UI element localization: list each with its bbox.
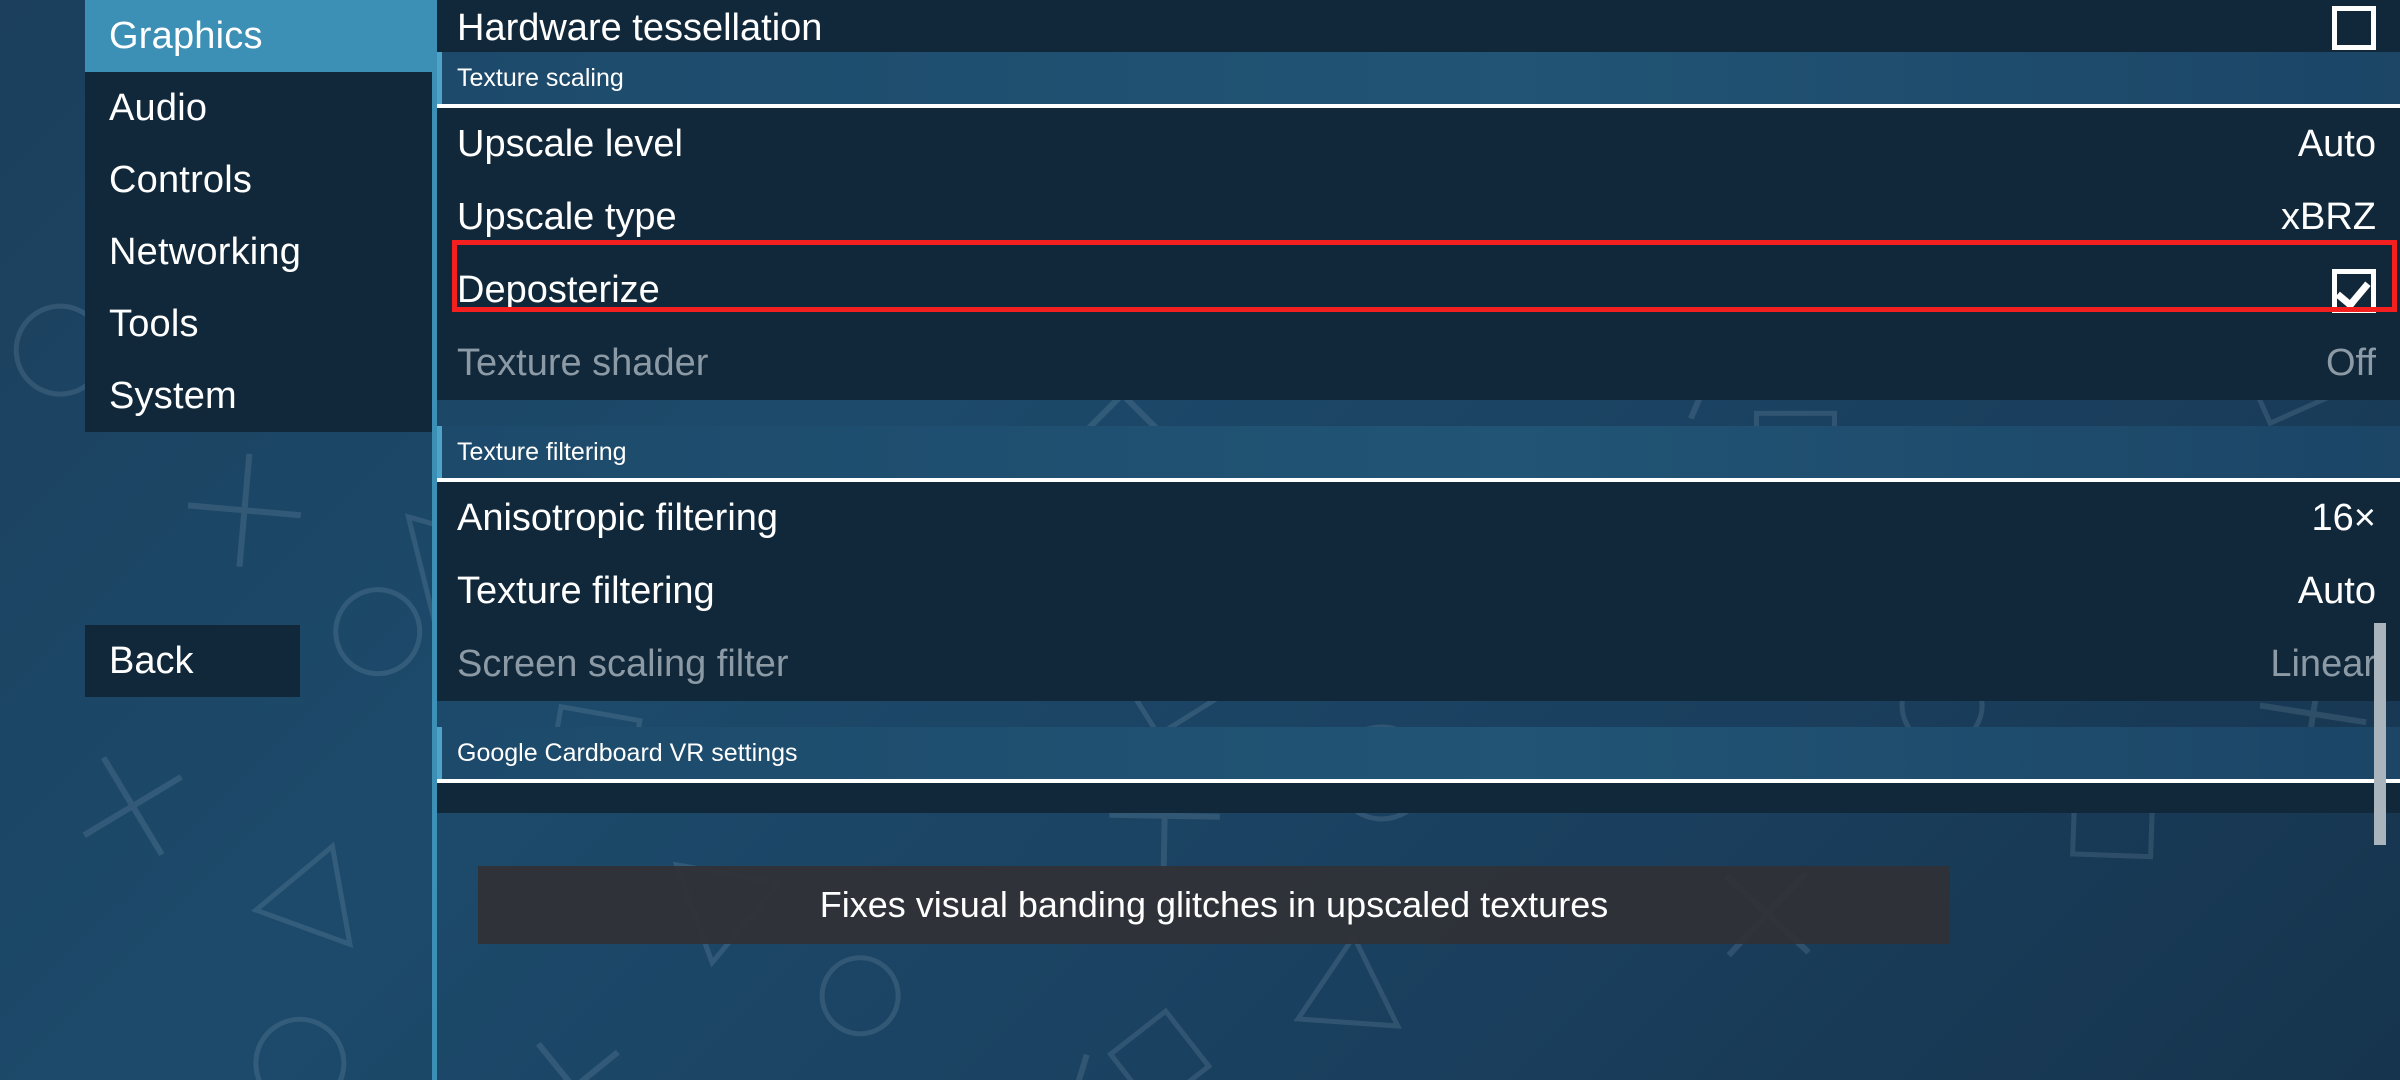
setting-label: Anisotropic filtering [457,497,779,539]
scrollbar-thumb[interactable] [2374,623,2386,845]
sidebar-nav-panel: Graphics Audio Controls Networking Tools… [85,0,433,432]
sidebar-item-tools[interactable]: Tools [85,288,433,360]
setting-row-hardware-tessellation[interactable]: Hardware tessellation [437,0,2400,52]
setting-value: Linear [2270,643,2376,685]
ppsspp-settings-screen: Graphics Audio Controls Networking Tools… [0,0,2400,1080]
setting-value: 16× [2311,497,2376,539]
setting-value: Auto [2297,570,2376,612]
setting-row-anisotropic-filtering[interactable]: Anisotropic filtering 16× [437,482,2400,555]
sidebar-item-label: Networking [109,230,302,273]
section-label: Texture scaling [457,63,624,92]
tooltip-text: Fixes visual banding glitches in upscale… [819,884,1609,925]
sidebar-item-graphics[interactable]: Graphics [85,0,433,72]
section-accent-bar [437,52,442,104]
back-button-label: Back [109,639,194,682]
panel-accent-bar [432,0,437,1080]
setting-label: Upscale type [457,196,677,238]
section-accent-bar [437,727,442,779]
section-label: Texture filtering [457,437,627,466]
setting-row-upscale-type[interactable]: Upscale type xBRZ [437,181,2400,254]
section-accent-bar [437,426,442,478]
section-header-texture-filtering: Texture filtering [437,426,2400,482]
setting-row-deposterize[interactable]: Deposterize [437,254,2400,327]
settings-category-sidebar: Graphics Audio Controls Networking Tools… [85,0,433,1080]
setting-label: Upscale level [457,123,683,165]
setting-row-upscale-level[interactable]: Upscale level Auto [437,108,2400,181]
scrollbar-track[interactable] [2374,0,2386,1080]
setting-row-screen-scaling-filter[interactable]: Screen scaling filter Linear [437,628,2400,701]
checkbox-unchecked-icon[interactable] [2332,6,2376,50]
setting-label: Hardware tessellation [457,7,823,49]
sidebar-item-audio[interactable]: Audio [85,72,433,144]
setting-label: Texture shader [457,342,709,384]
sidebar-item-label: Audio [109,86,208,129]
back-button[interactable]: Back [85,625,300,697]
setting-label: Screen scaling filter [457,643,789,685]
sidebar-item-controls[interactable]: Controls [85,144,433,216]
sidebar-item-label: Tools [109,302,199,345]
setting-value: xBRZ [2281,196,2376,238]
setting-row-texture-shader[interactable]: Texture shader Off [437,327,2400,400]
list-tail [437,783,2400,813]
sidebar-item-networking[interactable]: Networking [85,216,433,288]
sidebar-item-label: Controls [109,158,253,201]
checkbox-checked-icon[interactable] [2332,268,2376,313]
sidebar-item-label: System [109,374,237,417]
setting-value: Off [2326,342,2376,384]
section-header-texture-scaling: Texture scaling [437,52,2400,108]
section-label: Google Cardboard VR settings [457,738,798,767]
section-header-google-cardboard-vr: Google Cardboard VR settings [437,727,2400,783]
sidebar-item-system[interactable]: System [85,360,433,432]
setting-label: Deposterize [457,269,660,311]
setting-value: Auto [2297,123,2376,165]
setting-row-texture-filtering[interactable]: Texture filtering Auto [437,555,2400,628]
setting-description-tooltip: Fixes visual banding glitches in upscale… [478,866,1950,944]
setting-label: Texture filtering [457,570,715,612]
sidebar-item-label: Graphics [109,14,263,57]
